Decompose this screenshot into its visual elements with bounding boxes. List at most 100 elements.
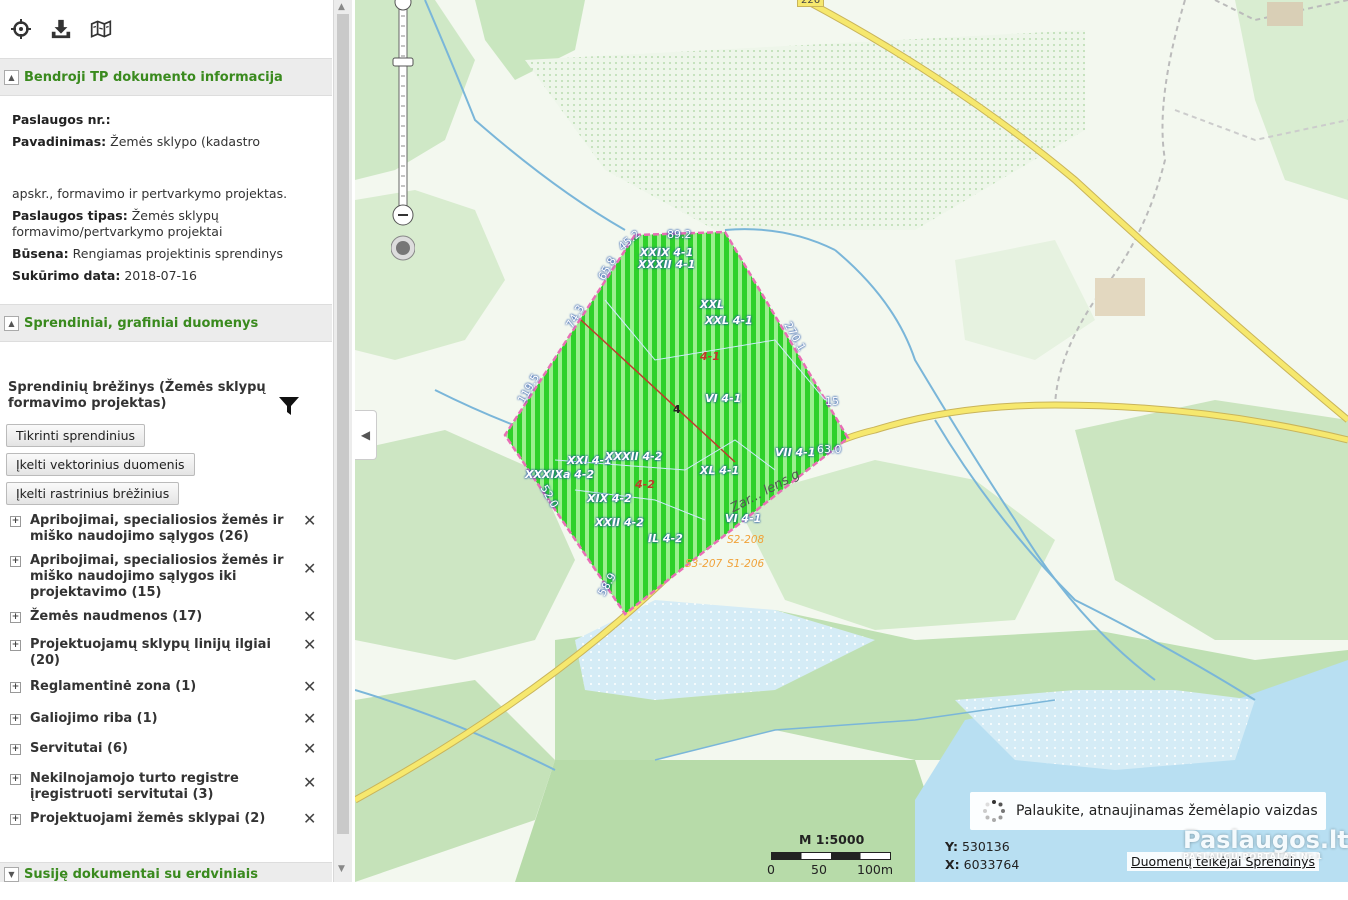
info-body: Paslaugos nr.: Pavadinimas: Žemės sklypo… bbox=[0, 96, 332, 300]
parcel-label: VI 4-1 bbox=[725, 512, 762, 525]
expand-icon[interactable]: + bbox=[10, 744, 21, 755]
expand-icon[interactable]: + bbox=[10, 814, 21, 825]
parcel-label: XXXIXa 4-2 bbox=[525, 468, 595, 481]
layer-item[interactable]: + Servitutai (6) ✕ bbox=[0, 741, 332, 771]
expand-section-icon[interactable]: ▼ bbox=[4, 866, 19, 882]
drawing-subtitle: Sprendinių brėžinys (Žemės sklypų formav… bbox=[0, 340, 299, 415]
expand-icon[interactable]: + bbox=[10, 774, 21, 785]
scroll-up-icon[interactable]: ▲ bbox=[338, 2, 345, 12]
layer-item[interactable]: + Reglamentinė zona (1) ✕ bbox=[0, 679, 332, 711]
scale-tick: 0 bbox=[767, 862, 775, 877]
scale-tick: 50 bbox=[811, 862, 827, 877]
scale-bar: M 1:5000 0 50 100m bbox=[767, 830, 897, 880]
layer-item[interactable]: + Žemės naudmenos (17) ✕ bbox=[0, 609, 332, 637]
map-view[interactable]: XXIX 4-1 XXXII 4-1 XXL XXL 4-1 4-1 4 VI … bbox=[355, 0, 1348, 882]
expand-icon[interactable]: + bbox=[10, 640, 21, 651]
related-section-header[interactable]: ▼ Susiję dokumentai su erdviniais bbox=[0, 862, 332, 882]
parcel-label: XXL 4-1 bbox=[705, 314, 753, 327]
crosshair-icon[interactable] bbox=[10, 18, 32, 40]
parcel-label: VI 4-1 bbox=[705, 392, 742, 405]
parcel-label: XXXII 4-2 bbox=[605, 450, 663, 463]
map-book-icon[interactable] bbox=[90, 18, 112, 40]
layer-list: + Apribojimai, specialiosios žemės ir mi… bbox=[0, 511, 332, 841]
parcel-label: XL 4-1 bbox=[700, 464, 740, 477]
loading-notice: Palaukite, atnaujinamas žemėlapio vaizda… bbox=[970, 792, 1326, 830]
info-row-name: Pavadinimas: Žemės sklypo (kadastro bbox=[12, 134, 261, 149]
check-decisions-button[interactable]: Tikrinti sprendinius bbox=[6, 424, 146, 447]
chevron-left-icon: ◀ bbox=[360, 428, 371, 442]
panel-toolbar bbox=[0, 0, 332, 58]
remove-layer-icon[interactable]: ✕ bbox=[303, 561, 316, 577]
layer-item[interactable]: + Projektuojami žemės sklypai (2) ✕ bbox=[0, 811, 332, 841]
layer-name: Nekilnojamojo turto registre įregistruot… bbox=[30, 771, 239, 802]
collapse-icon[interactable]: ▲ bbox=[4, 315, 19, 331]
coordinate-readout: Y: 530136 X: 6033764 bbox=[945, 839, 1020, 872]
servitude-label: S3-207 bbox=[685, 558, 723, 570]
remove-layer-icon[interactable]: ✕ bbox=[303, 741, 316, 757]
expand-icon[interactable]: + bbox=[10, 682, 21, 693]
expand-icon[interactable]: + bbox=[10, 556, 21, 567]
remove-layer-icon[interactable]: ✕ bbox=[303, 513, 316, 529]
upload-raster-button[interactable]: Įkelti rastrinius brėžinius bbox=[6, 482, 180, 505]
servitude-label: S1-206 bbox=[727, 558, 765, 570]
layer-name: Projektuojamų sklypų linijų ilgiai (20) bbox=[30, 637, 271, 668]
upload-vector-button[interactable]: Įkelti vektorinius duomenis bbox=[6, 453, 195, 476]
parcel-label: 4 bbox=[673, 403, 681, 416]
layer-name: Galiojimo riba (1) bbox=[30, 711, 158, 726]
action-buttons: Tikrinti sprendinius Įkelti vektorinius … bbox=[0, 412, 332, 511]
remove-layer-icon[interactable]: ✕ bbox=[303, 775, 316, 791]
side-panel: ▲ Bendroji TP dokumento informacija Pasl… bbox=[0, 0, 332, 882]
layer-name: Servitutai (6) bbox=[30, 741, 128, 756]
expand-icon[interactable]: + bbox=[10, 516, 21, 527]
scale-graphic bbox=[771, 852, 891, 860]
parcel-label: XIX 4-2 bbox=[587, 492, 632, 505]
layer-item[interactable]: + Projektuojamų sklypų linijų ilgiai (20… bbox=[0, 637, 332, 679]
coord-x: 6033764 bbox=[963, 857, 1020, 872]
panel-scrollbar[interactable]: ▲ ▼ bbox=[333, 0, 352, 882]
layer-name: Žemės naudmenos (17) bbox=[30, 609, 203, 624]
parcel-label: VII 4-1 bbox=[775, 446, 816, 459]
related-section-title: Susiję dokumentai su erdviniais bbox=[24, 866, 258, 882]
parcel-label: XXXII 4-1 bbox=[638, 258, 696, 271]
loading-text: Palaukite, atnaujinamas žemėlapio vaizda… bbox=[1016, 803, 1318, 819]
collapse-panel-button[interactable]: ◀ bbox=[355, 410, 377, 460]
collapse-icon[interactable]: ▲ bbox=[4, 69, 19, 85]
scroll-down-icon[interactable]: ▼ bbox=[338, 864, 345, 874]
decisions-section-header[interactable]: ▲ Sprendiniai, grafiniai duomenys bbox=[0, 304, 332, 342]
coord-y: 530136 bbox=[961, 839, 1010, 854]
info-row-status: Būsena: Rengiamas projektinis sprendinys bbox=[12, 246, 284, 261]
parcel-label: 4-1 bbox=[700, 350, 720, 363]
info-row-service-nr: Paslaugos nr.: bbox=[12, 112, 111, 127]
parcel-label: 4-2 bbox=[635, 478, 655, 491]
zoom-slider[interactable] bbox=[390, 0, 416, 262]
layer-name: Apribojimai, specialiosios žemės ir mišk… bbox=[30, 513, 284, 544]
layer-item[interactable]: + Apribojimai, specialiosios žemės ir mi… bbox=[0, 513, 332, 553]
spinner-icon bbox=[983, 800, 1005, 822]
remove-layer-icon[interactable]: ✕ bbox=[303, 711, 316, 727]
remove-layer-icon[interactable]: ✕ bbox=[303, 637, 316, 653]
layer-item[interactable]: + Apribojimai, specialiosios žemės ir mi… bbox=[0, 553, 332, 609]
filter-icon[interactable] bbox=[278, 395, 300, 422]
edge-length-label: 15 bbox=[825, 395, 839, 408]
edge-length-label: 63.0 bbox=[817, 443, 842, 456]
watermark: Paslaugos.lt PASLAUGŲ PORTALAS Nr.1 bbox=[1183, 826, 1348, 861]
servitude-label: S2-208 bbox=[727, 534, 765, 546]
remove-layer-icon[interactable]: ✕ bbox=[303, 811, 316, 827]
map-canvas bbox=[355, 0, 1348, 882]
layer-item[interactable]: + Nekilnojamojo turto registre įregistru… bbox=[0, 771, 332, 811]
remove-layer-icon[interactable]: ✕ bbox=[303, 679, 316, 695]
expand-icon[interactable]: + bbox=[10, 714, 21, 725]
download-icon[interactable] bbox=[50, 18, 72, 40]
scrollbar-thumb[interactable] bbox=[337, 14, 349, 834]
layer-item[interactable]: + Galiojimo riba (1) ✕ bbox=[0, 711, 332, 741]
zoom-control[interactable] bbox=[390, 0, 416, 266]
remove-layer-icon[interactable]: ✕ bbox=[303, 609, 316, 625]
info-section-title: Bendroji TP dokumento informacija bbox=[24, 69, 283, 85]
expand-icon[interactable]: + bbox=[10, 612, 21, 623]
layer-name: Reglamentinė zona (1) bbox=[30, 679, 197, 694]
parcel-label: IL 4-2 bbox=[648, 532, 683, 545]
decisions-section-title: Sprendiniai, grafiniai duomenys bbox=[24, 315, 259, 331]
info-row-service-type: Paslaugos tipas: Žemės sklypų formavimo/… bbox=[12, 208, 223, 239]
parcel-label: XXL bbox=[700, 298, 724, 311]
info-section-header[interactable]: ▲ Bendroji TP dokumento informacija bbox=[0, 58, 332, 96]
